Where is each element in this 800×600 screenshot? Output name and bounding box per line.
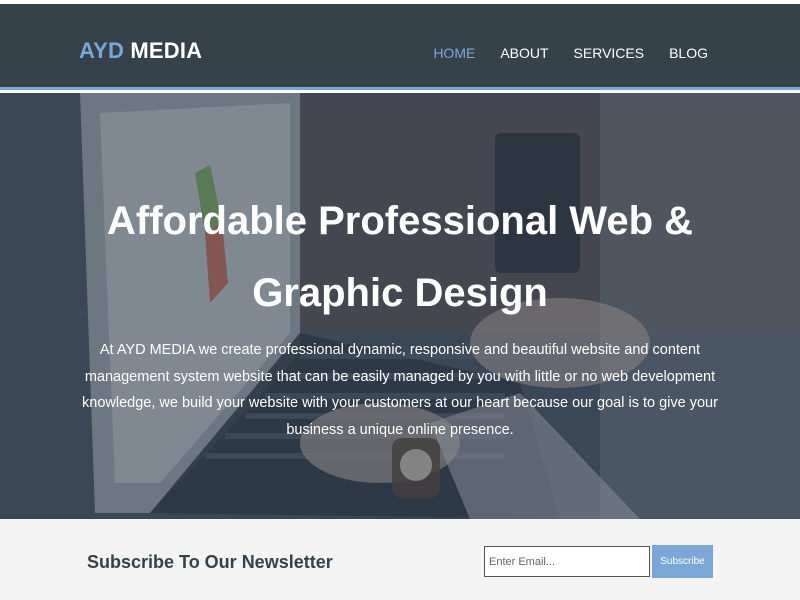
- site-logo[interactable]: AYD MEDIA: [79, 38, 202, 64]
- subscribe-button[interactable]: Subscribe: [652, 545, 713, 578]
- nav-home-link[interactable]: HOME: [433, 45, 475, 61]
- hero-description: At AYD MEDIA we create professional dyna…: [82, 342, 718, 438]
- logo-rest-text: MEDIA: [124, 38, 203, 63]
- nav-blog-link[interactable]: BLOG: [669, 45, 708, 61]
- newsletter-section: Subscribe To Our Newsletter Subscribe: [0, 519, 800, 600]
- email-input[interactable]: [484, 546, 650, 577]
- hero-title-line2: Graphic Design: [252, 271, 548, 315]
- logo-accent-text: AYD: [79, 38, 125, 63]
- main-nav: HOME ABOUT SERVICES BLOG: [433, 45, 708, 61]
- site-header: AYD MEDIA HOME ABOUT SERVICES BLOG: [0, 4, 800, 90]
- nav-about-link[interactable]: ABOUT: [500, 45, 548, 61]
- hero-section: Affordable Professional Web & Graphic De…: [0, 93, 800, 519]
- newsletter-title: Subscribe To Our Newsletter: [87, 552, 333, 572]
- nav-services-link[interactable]: SERVICES: [574, 45, 645, 61]
- hero-title: Affordable Professional Web & Graphic De…: [0, 185, 800, 329]
- hero-title-line1: Affordable Professional Web &: [106, 199, 693, 243]
